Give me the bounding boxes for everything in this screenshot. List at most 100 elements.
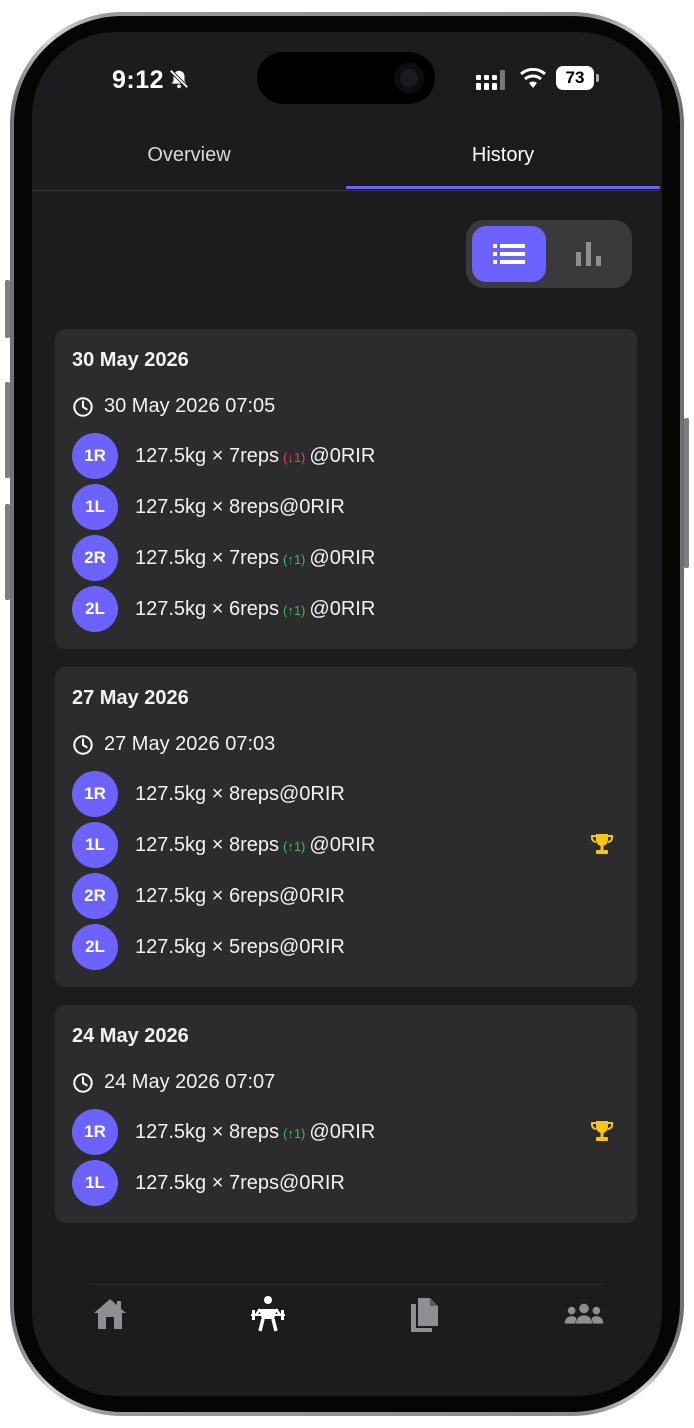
set-row: 1L 127.5kg × 8reps@0RIR	[72, 484, 632, 530]
set-weight-reps: 127.5kg × 8reps	[135, 1120, 279, 1143]
set-rir: @0RIR	[309, 444, 376, 467]
power-button	[684, 418, 689, 568]
set-text: 127.5kg × 5reps@0RIR	[135, 936, 345, 959]
set-weight-reps: 127.5kg × 6reps	[135, 884, 279, 907]
set-weight-reps: 127.5kg × 7reps	[135, 444, 279, 467]
front-camera	[394, 63, 424, 93]
set-rir: @0RIR	[279, 884, 345, 907]
set-badge: 2R	[72, 535, 118, 581]
battery-icon: 73	[556, 66, 594, 90]
set-text: 127.5kg × 8reps (↑1) @0RIR	[135, 1121, 375, 1144]
set-badge: 2R	[72, 873, 118, 919]
set-row: 1L 127.5kg × 7reps@0RIR	[72, 1160, 632, 1206]
set-badge: 1R	[72, 771, 118, 817]
list-view-button[interactable]	[472, 226, 546, 282]
set-badge: 1L	[72, 1160, 118, 1206]
session-timestamp-text: 24 May 2026 07:07	[104, 1071, 276, 1093]
set-weight-reps: 127.5kg × 7reps	[135, 546, 279, 569]
set-weight-reps: 127.5kg × 8reps	[135, 782, 279, 805]
documents-icon	[411, 1298, 438, 1332]
status-time: 9:12	[112, 66, 165, 94]
set-rir: @0RIR	[279, 782, 345, 805]
clock-icon	[73, 734, 93, 755]
set-badge: 1R	[72, 1109, 118, 1155]
session-date: 24 May 2026	[72, 1025, 189, 1047]
nav-workouts[interactable]	[248, 1294, 288, 1334]
set-row: 2L 127.5kg × 5reps@0RIR	[72, 924, 632, 970]
rep-change-up: (↑1)	[283, 602, 306, 618]
set-row: 1R 127.5kg × 7reps (↓1) @0RIR	[72, 433, 632, 479]
app-screen: 9:12 73 Overview History 30 May 2026 30 …	[32, 32, 662, 1396]
tab-active-indicator	[346, 186, 660, 189]
set-badge: 1L	[72, 484, 118, 530]
set-badge: 2L	[72, 586, 118, 632]
set-row: 1R 127.5kg × 8reps@0RIR	[72, 771, 632, 817]
trophy-icon	[591, 1121, 613, 1141]
volume-down-button	[5, 504, 10, 600]
set-weight-reps: 127.5kg × 8reps	[135, 495, 279, 518]
signal-icon	[476, 70, 505, 90]
nav-home[interactable]	[90, 1294, 130, 1334]
set-badge: 1L	[72, 822, 118, 868]
set-text: 127.5kg × 8reps (↑1) @0RIR	[135, 834, 375, 857]
rep-change-down: (↓1)	[283, 449, 306, 465]
wifi-icon	[520, 68, 546, 88]
home-icon	[94, 1299, 126, 1329]
set-rir: @0RIR	[309, 833, 376, 856]
session-card[interactable]: 30 May 2026 30 May 2026 07:05 1R 127.5kg…	[55, 329, 637, 649]
chart-view-button[interactable]	[552, 226, 626, 282]
bell-slash-icon	[169, 69, 189, 89]
set-text: 127.5kg × 6reps (↑1) @0RIR	[135, 598, 375, 621]
set-row: 2R 127.5kg × 7reps (↑1) @0RIR	[72, 535, 632, 581]
set-rir: @0RIR	[309, 597, 376, 620]
session-timestamp: 27 May 2026 07:03	[72, 733, 275, 756]
status-bar: 9:12 73	[32, 32, 662, 132]
set-rir: @0RIR	[309, 1120, 376, 1143]
list-icon	[493, 244, 525, 264]
session-timestamp-text: 27 May 2026 07:03	[104, 733, 276, 755]
session-timestamp: 30 May 2026 07:05	[72, 395, 275, 418]
session-timestamp: 24 May 2026 07:07	[72, 1071, 275, 1094]
set-weight-reps: 127.5kg × 7reps	[135, 1171, 279, 1194]
view-toggle	[466, 220, 632, 288]
set-text: 127.5kg × 8reps@0RIR	[135, 496, 345, 519]
bottom-nav-divider	[90, 1284, 604, 1285]
clock-icon	[73, 1072, 93, 1093]
session-timestamp-text: 30 May 2026 07:05	[104, 395, 276, 417]
battery-tip	[596, 74, 599, 82]
set-rir: @0RIR	[309, 546, 376, 569]
set-text: 127.5kg × 7reps (↑1) @0RIR	[135, 547, 375, 570]
set-row: 1R 127.5kg × 8reps (↑1) @0RIR	[72, 1109, 632, 1155]
rep-change-up: (↑1)	[283, 838, 306, 854]
session-card[interactable]: 24 May 2026 24 May 2026 07:07 1R 127.5kg…	[55, 1005, 637, 1223]
users-icon	[564, 1303, 604, 1324]
set-text: 127.5kg × 7reps (↓1) @0RIR	[135, 445, 375, 468]
set-text: 127.5kg × 6reps@0RIR	[135, 885, 345, 908]
set-weight-reps: 127.5kg × 6reps	[135, 597, 279, 620]
tab-bar: Overview History	[32, 132, 660, 191]
bar-chart-icon	[576, 242, 601, 266]
tab-overview[interactable]: Overview	[32, 132, 346, 190]
session-date: 30 May 2026	[72, 349, 189, 371]
set-weight-reps: 127.5kg × 5reps	[135, 935, 279, 958]
session-card[interactable]: 27 May 2026 27 May 2026 07:03 1R 127.5kg…	[55, 667, 637, 987]
set-badge: 2L	[72, 924, 118, 970]
set-text: 127.5kg × 8reps@0RIR	[135, 783, 345, 806]
session-date: 27 May 2026	[72, 687, 189, 709]
set-badge: 1R	[72, 433, 118, 479]
volume-up-button	[5, 382, 10, 478]
action-button	[5, 280, 10, 338]
tab-history[interactable]: History	[346, 132, 660, 190]
rep-change-up: (↑1)	[283, 551, 306, 567]
clock-icon	[73, 396, 93, 417]
set-weight-reps: 127.5kg × 8reps	[135, 833, 279, 856]
rep-change-up: (↑1)	[283, 1125, 306, 1141]
set-row: 2R 127.5kg × 6reps@0RIR	[72, 873, 632, 919]
set-row: 2L 127.5kg × 6reps (↑1) @0RIR	[72, 586, 632, 632]
set-text: 127.5kg × 7reps@0RIR	[135, 1172, 345, 1195]
nav-documents[interactable]	[404, 1294, 444, 1334]
set-rir: @0RIR	[279, 495, 345, 518]
trophy-icon	[591, 834, 613, 854]
nav-community[interactable]	[564, 1294, 604, 1334]
set-rir: @0RIR	[279, 935, 345, 958]
